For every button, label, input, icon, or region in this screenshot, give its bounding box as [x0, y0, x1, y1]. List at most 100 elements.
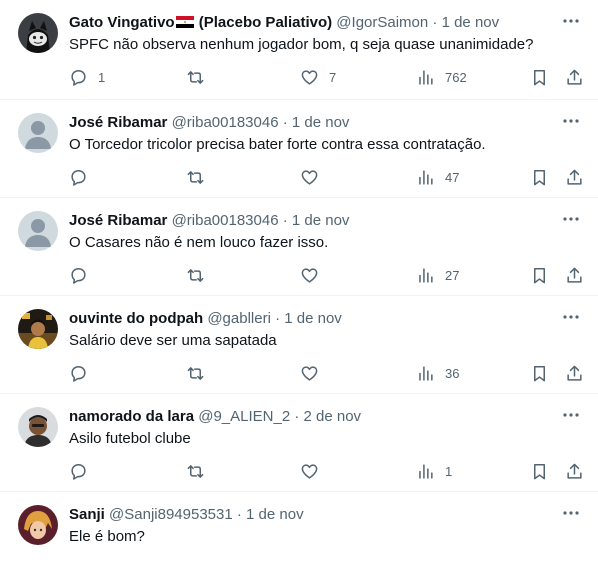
retweet-button[interactable]: [186, 166, 205, 188]
more-options-button[interactable]: [560, 404, 582, 426]
share-button[interactable]: [565, 166, 584, 188]
egypt-flag-icon: [175, 16, 194, 28]
more-options-button[interactable]: [560, 502, 582, 524]
bookmark-button[interactable]: [530, 66, 549, 88]
retweet-button[interactable]: [186, 66, 205, 88]
user-handle[interactable]: @riba00183046: [172, 212, 279, 229]
more-dots-icon: [563, 315, 579, 319]
views-chart-icon: [419, 169, 433, 185]
separator: ·: [282, 212, 288, 229]
tweet-text: O Torcedor tricolor precisa bater forte …: [69, 136, 486, 153]
avatar[interactable]: [18, 407, 58, 447]
reply-button[interactable]: [69, 460, 88, 482]
views-button[interactable]: 762: [416, 66, 467, 88]
heart-icon: [301, 69, 318, 85]
tweet-date[interactable]: 1 de nov: [284, 310, 342, 327]
retweet-button[interactable]: [186, 264, 205, 286]
display-name[interactable]: Sanji: [69, 506, 105, 523]
user-handle[interactable]: @IgorSaimon: [336, 14, 428, 31]
heart-icon: [301, 365, 318, 381]
user-handle[interactable]: @riba00183046: [172, 114, 279, 131]
tweet-actions: 36: [0, 362, 598, 386]
display-name[interactable]: Gato Vingativo: [69, 14, 175, 31]
more-options-button[interactable]: [560, 110, 582, 132]
bookmark-icon: [533, 69, 546, 85]
separator: ·: [432, 14, 438, 31]
user-handle[interactable]: @Sanji894953531: [109, 506, 233, 523]
avatar-image: [18, 309, 58, 349]
user-handle[interactable]: @gablleri: [207, 310, 271, 327]
tweet[interactable]: namorado da lara @9_ALIEN_2 · 2 de nov A…: [0, 394, 598, 492]
reply-icon: [71, 69, 86, 86]
tweet-date[interactable]: 2 de nov: [304, 408, 362, 425]
more-options-button[interactable]: [560, 10, 582, 32]
retweet-icon: [187, 464, 204, 478]
share-button[interactable]: [565, 460, 584, 482]
bookmark-button[interactable]: [530, 264, 549, 286]
views-button[interactable]: 1: [416, 460, 452, 482]
tweet[interactable]: ouvinte do podpah @gablleri · 1 de nov S…: [0, 296, 598, 394]
share-button[interactable]: [565, 264, 584, 286]
like-button[interactable]: 7: [300, 66, 336, 88]
separator: ·: [282, 114, 288, 131]
bookmark-icon: [533, 169, 546, 185]
views-button[interactable]: 47: [416, 166, 459, 188]
tweet-actions: 1 7 762: [0, 66, 598, 90]
tweet-date[interactable]: 1 de nov: [292, 212, 350, 229]
display-name[interactable]: José Ribamar: [69, 114, 167, 131]
tweet[interactable]: Gato Vingativo (Placebo Paliativo) @Igor…: [0, 0, 598, 100]
avatar[interactable]: [18, 13, 58, 53]
tweet-date[interactable]: 1 de nov: [442, 14, 500, 31]
tweet[interactable]: Sanji @Sanji894953531 · 1 de nov Ele é b…: [0, 492, 598, 564]
view-count: 47: [445, 169, 460, 185]
display-name[interactable]: ouvinte do podpah: [69, 310, 203, 327]
display-name[interactable]: José Ribamar: [69, 212, 167, 229]
tweet[interactable]: José Ribamar @riba00183046 · 1 de nov O …: [0, 100, 598, 198]
more-options-button[interactable]: [560, 208, 582, 230]
reply-button[interactable]: [69, 264, 88, 286]
tweet-text: Ele é bom?: [69, 528, 145, 545]
like-button[interactable]: [300, 362, 319, 384]
like-button[interactable]: [300, 166, 319, 188]
avatar[interactable]: [18, 309, 58, 349]
share-button[interactable]: [565, 66, 584, 88]
views-button[interactable]: 36: [416, 362, 459, 384]
avatar[interactable]: [18, 211, 58, 251]
tweet-date[interactable]: 1 de nov: [292, 114, 350, 131]
tweet-actions: 27: [0, 264, 598, 288]
display-name[interactable]: namorado da lara: [69, 408, 194, 425]
view-count: 36: [445, 365, 460, 381]
retweet-button[interactable]: [186, 460, 205, 482]
views-chart-icon: [419, 463, 433, 479]
separator: ·: [275, 310, 281, 327]
retweet-button[interactable]: [186, 362, 205, 384]
share-icon: [567, 169, 582, 185]
display-name-suffix[interactable]: (Placebo Paliativo): [199, 14, 332, 31]
reply-button[interactable]: [69, 362, 88, 384]
bookmark-icon: [533, 463, 546, 479]
bookmark-button[interactable]: [530, 460, 549, 482]
share-icon: [567, 463, 582, 479]
share-button[interactable]: [565, 362, 584, 384]
like-button[interactable]: [300, 264, 319, 286]
more-options-button[interactable]: [560, 306, 582, 328]
avatar[interactable]: [18, 505, 58, 545]
views-button[interactable]: 27: [416, 264, 459, 286]
separator: ·: [236, 506, 242, 523]
bookmark-button[interactable]: [530, 166, 549, 188]
reply-button[interactable]: [69, 166, 88, 188]
like-count: 7: [329, 69, 337, 85]
more-dots-icon: [563, 217, 579, 221]
avatar[interactable]: [18, 113, 58, 153]
tweet-text: Salário deve ser uma sapatada: [69, 332, 277, 349]
reply-button[interactable]: 1: [69, 66, 105, 88]
tweet[interactable]: José Ribamar @riba00183046 · 1 de nov O …: [0, 198, 598, 296]
user-handle[interactable]: @9_ALIEN_2: [198, 408, 290, 425]
bookmark-icon: [533, 267, 546, 283]
like-button[interactable]: [300, 460, 319, 482]
tweet-date[interactable]: 1 de nov: [246, 506, 304, 523]
bookmark-button[interactable]: [530, 362, 549, 384]
heart-icon: [301, 267, 318, 283]
heart-icon: [301, 463, 318, 479]
share-icon: [567, 69, 582, 85]
